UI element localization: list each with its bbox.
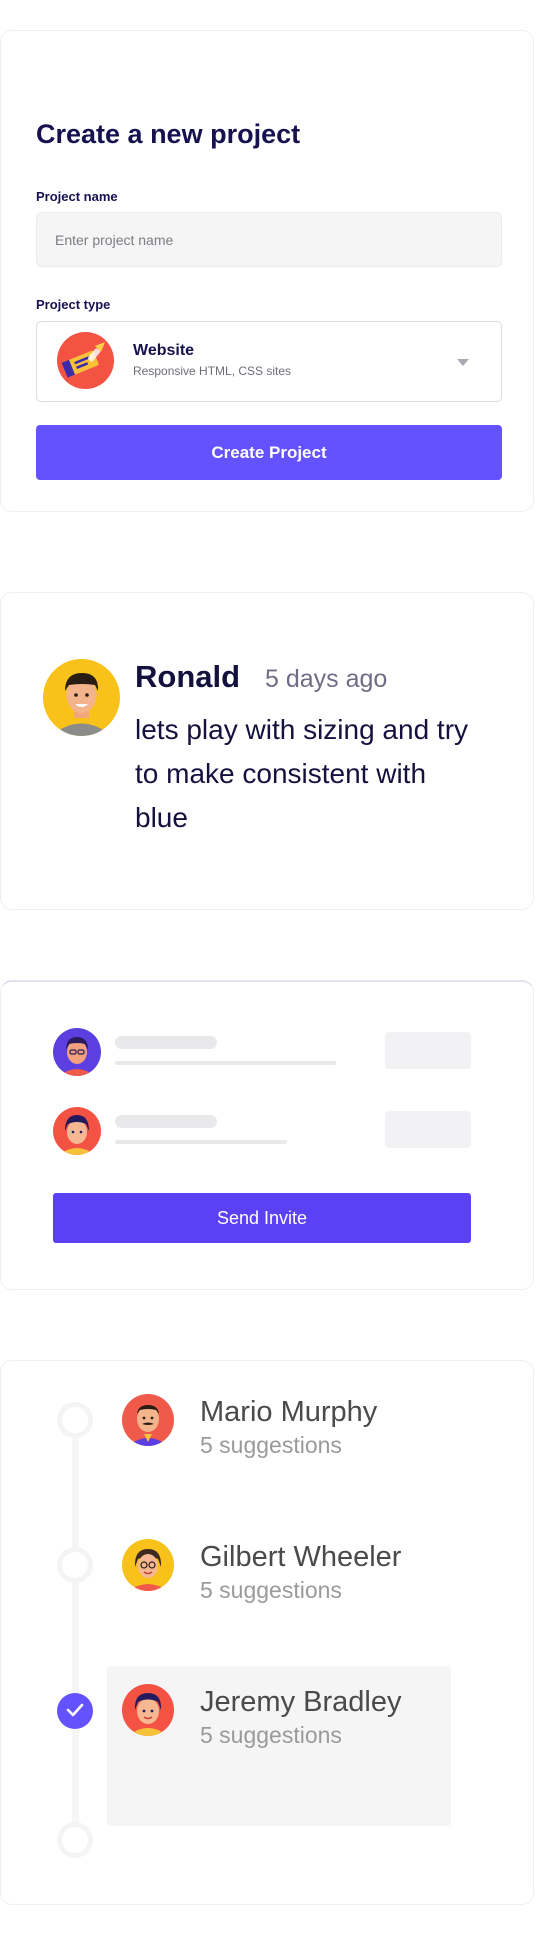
reviewer-name: Jeremy Bradley xyxy=(200,1686,402,1718)
ronald-avatar xyxy=(43,659,120,736)
check-icon xyxy=(66,1703,84,1717)
project-type-title: Website xyxy=(133,342,195,359)
reviewer-name: Mario Murphy xyxy=(200,1396,378,1428)
reviewer-suggestions: 5 suggestions xyxy=(200,1432,342,1458)
timeline-node[interactable] xyxy=(57,1547,93,1583)
member-avatar xyxy=(53,1107,101,1155)
reviewer-suggestions: 5 suggestions xyxy=(200,1722,342,1748)
detail-skeleton xyxy=(115,1061,336,1065)
name-skeleton xyxy=(115,1115,217,1128)
project-type-select[interactable]: Website Responsive HTML, CSS sites xyxy=(36,321,502,402)
reviewer-item[interactable]: Gilbert Wheeler 5 suggestions xyxy=(122,1539,452,1609)
reviewer-item[interactable]: Mario Murphy 5 suggestions xyxy=(122,1394,452,1464)
page-title: Create a new project xyxy=(36,119,301,149)
reviewer-avatar xyxy=(122,1684,174,1736)
comment-author: Ronald xyxy=(135,659,241,694)
project-name-label: Project name xyxy=(36,189,118,204)
reviewer-avatar xyxy=(122,1539,174,1591)
comment-time: 5 days ago xyxy=(265,665,388,693)
comment-card: Ronald 5 days ago lets play with sizing … xyxy=(0,592,534,910)
reviewer-suggestions: 5 suggestions xyxy=(200,1577,342,1603)
website-project-icon xyxy=(57,332,114,389)
project-type-label: Project type xyxy=(36,297,111,312)
send-invite-button[interactable]: Send Invite xyxy=(53,1193,471,1243)
timeline-node-checked[interactable] xyxy=(57,1693,93,1729)
comment-message: lets play with sizing and try to make co… xyxy=(135,714,469,833)
create-project-card: Create a new project Project name Projec… xyxy=(0,30,534,512)
reviewer-name: Gilbert Wheeler xyxy=(200,1541,402,1573)
role-skeleton-button[interactable] xyxy=(385,1032,471,1069)
member-avatar xyxy=(53,1028,101,1076)
chevron-down-icon[interactable] xyxy=(457,359,469,366)
project-type-subtitle: Responsive HTML, CSS sites xyxy=(133,364,292,378)
project-name-input[interactable] xyxy=(36,212,502,267)
timeline-track xyxy=(72,1411,79,1851)
reviewer-avatar xyxy=(122,1394,174,1446)
reviewer-item-selected[interactable]: Jeremy Bradley 5 suggestions xyxy=(122,1684,452,1754)
member-row xyxy=(53,1028,471,1078)
name-skeleton xyxy=(115,1036,217,1049)
member-row xyxy=(53,1107,471,1157)
create-project-button[interactable]: Create Project xyxy=(36,425,502,480)
role-skeleton-button[interactable] xyxy=(385,1111,471,1148)
detail-skeleton xyxy=(115,1140,287,1144)
timeline-node[interactable] xyxy=(57,1822,93,1858)
timeline-node[interactable] xyxy=(57,1402,93,1438)
